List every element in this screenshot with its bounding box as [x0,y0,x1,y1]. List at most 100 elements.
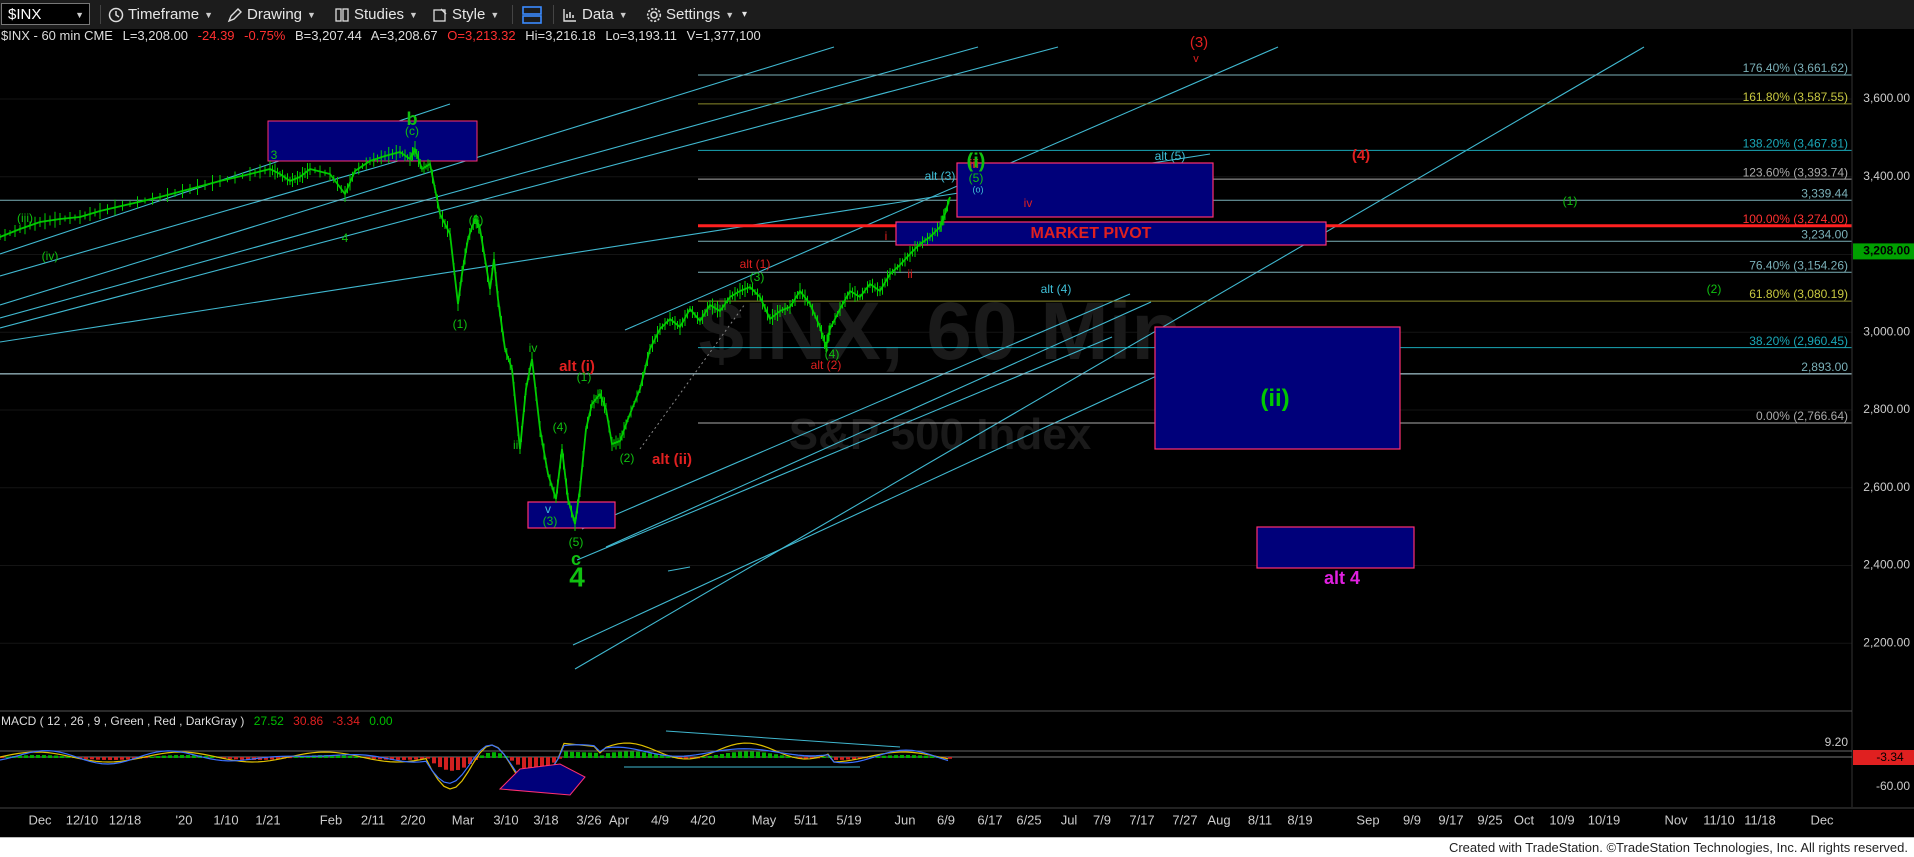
wave-label: (c) [405,124,419,138]
macd-histogram-bar [564,751,568,758]
date-axis-label: 6/25 [1016,812,1041,827]
macd-histogram-bar [588,752,592,758]
macd-histogram-bar [60,755,64,758]
timeframe-label: Timeframe [128,6,200,23]
macd-histogram-bar [912,755,916,758]
macd-histogram-bar [24,755,28,758]
macd-histogram-bar [570,751,574,758]
date-axis-label: 12/10 [66,812,99,827]
macd-histogram-bar [744,751,748,758]
fib-level-label: 138.20% (3,467.81) [1743,137,1848,151]
wave-ii-label: (ii) [1260,385,1289,412]
wave-label: iv [529,341,538,355]
macd-histogram-bar [342,755,346,758]
macd-histogram-bar [714,754,718,758]
date-axis-label: May [752,812,777,827]
fib-level-label: 61.80% (3,080.19) [1749,287,1848,301]
date-axis-label: 9/9 [1403,812,1421,827]
clock-icon [108,7,124,23]
copyright-text: Created with TradeStation. ©TradeStation… [1448,840,1908,855]
price-axis-label: 2,600.00 [1863,480,1910,494]
macd-histogram-bar [756,751,760,758]
symbol-input[interactable]: $INX ▼ [1,3,90,25]
wave-label: alt (1) [740,257,771,271]
resistance-box-b[interactable] [267,120,478,162]
style-menu-button[interactable]: Style ▼ [432,4,499,25]
date-axis-label: 7/9 [1093,812,1111,827]
drawing-menu-button[interactable]: Drawing ▼ [227,4,316,25]
data-icon [563,9,576,22]
wave-label: (2) [1707,282,1722,296]
wave-label: 4 [569,561,585,592]
chevron-down-icon: ▼ [204,9,214,20]
macd-histogram-bar [36,755,40,758]
date-axis-label: 3/18 [533,812,558,827]
macd-histogram-bar [774,754,778,758]
macd-histogram-bar [738,751,742,758]
macd-histogram-bar [840,757,844,760]
macd-histogram-bar [768,753,772,758]
date-axis[interactable]: Dec 12/10 12/18 '20 1/10 1/21 Feb 2/11 2/20 Mar 3/… [0,807,1914,837]
macd-histogram-bar [450,757,454,771]
header-ask: A=3,208.67 [371,29,438,43]
settings-menu-button[interactable]: Settings ▼ [646,4,734,25]
macd-histogram-bar [636,751,640,758]
macd-histogram-bar [582,752,586,758]
toolbar-overflow-icon[interactable]: ▾ [742,4,747,25]
date-axis-label: 8/19 [1287,812,1312,827]
wave-label: (2) [469,213,484,227]
macd-value-1: 27.52 [254,714,284,728]
timeframe-menu-button[interactable]: Timeframe ▼ [108,4,213,25]
macd-histogram-bar [708,755,712,758]
macd-histogram-bar [84,757,88,759]
chevron-down-icon: ▼ [618,9,628,20]
date-axis-label: Dec [1810,812,1834,827]
price-chart[interactable]: $INX, 60 Min S&P 500 Index 176.40% (3,66… [0,29,1914,837]
style-icon [433,8,447,22]
macd-histogram-bar [510,757,514,761]
macd-value-4: 0.00 [369,714,393,728]
fib-level-label: 0.00% (2,766.64) [1756,409,1848,423]
macd-histogram-bar [822,756,826,758]
macd-histogram-bar [894,755,898,758]
date-axis-label: Oct [1514,812,1535,827]
target-box-i[interactable] [956,162,1214,218]
wave-label: (1) [1563,194,1578,208]
price-axis-label: 2,800.00 [1863,402,1910,416]
date-axis-label: 3/10 [493,812,518,827]
wave-label: (4) [553,420,568,434]
date-axis-label: Mar [452,812,475,827]
macd-histogram-bar [702,756,706,758]
date-axis-label: 1/21 [255,812,280,827]
wave-label: i [885,229,888,243]
date-axis-label: 12/18 [109,812,142,827]
watermark-name: S&P 500 Index [789,410,1092,459]
studies-menu-button[interactable]: Studies ▼ [334,4,418,25]
date-axis-label: 5/19 [836,812,861,827]
date-axis-label: Apr [609,812,630,827]
macd-histogram-bar [888,755,892,758]
macd-histogram-bar [762,752,766,758]
target-box-alt4[interactable] [1256,526,1415,569]
macd-histogram-bar [186,755,190,758]
toolbar-separator [100,5,101,24]
layout-toggle-button[interactable] [522,4,546,25]
macd-histogram-bar [48,755,52,758]
wave-label: 3 [271,148,278,162]
macd-histogram-bar [228,757,232,759]
header-bid: B=3,207.44 [295,29,362,43]
macd-histogram-bar [168,755,172,758]
data-menu-button[interactable]: Data ▼ [562,4,628,25]
gear-icon [646,7,662,23]
macd-histogram-bar [630,751,634,758]
header-volume: V=1,377,100 [687,29,761,43]
date-axis-label: 10/19 [1588,812,1621,827]
macd-histogram-bar [396,757,400,760]
date-axis-label: 6/17 [977,812,1002,827]
macd-histogram-bar [732,752,736,758]
wave-label: (4) [1352,147,1370,164]
wave-label: alt (2) [811,358,842,372]
date-axis-label: Jul [1061,812,1078,827]
data-label: Data [582,6,614,23]
macd-histogram-bar [108,757,112,760]
